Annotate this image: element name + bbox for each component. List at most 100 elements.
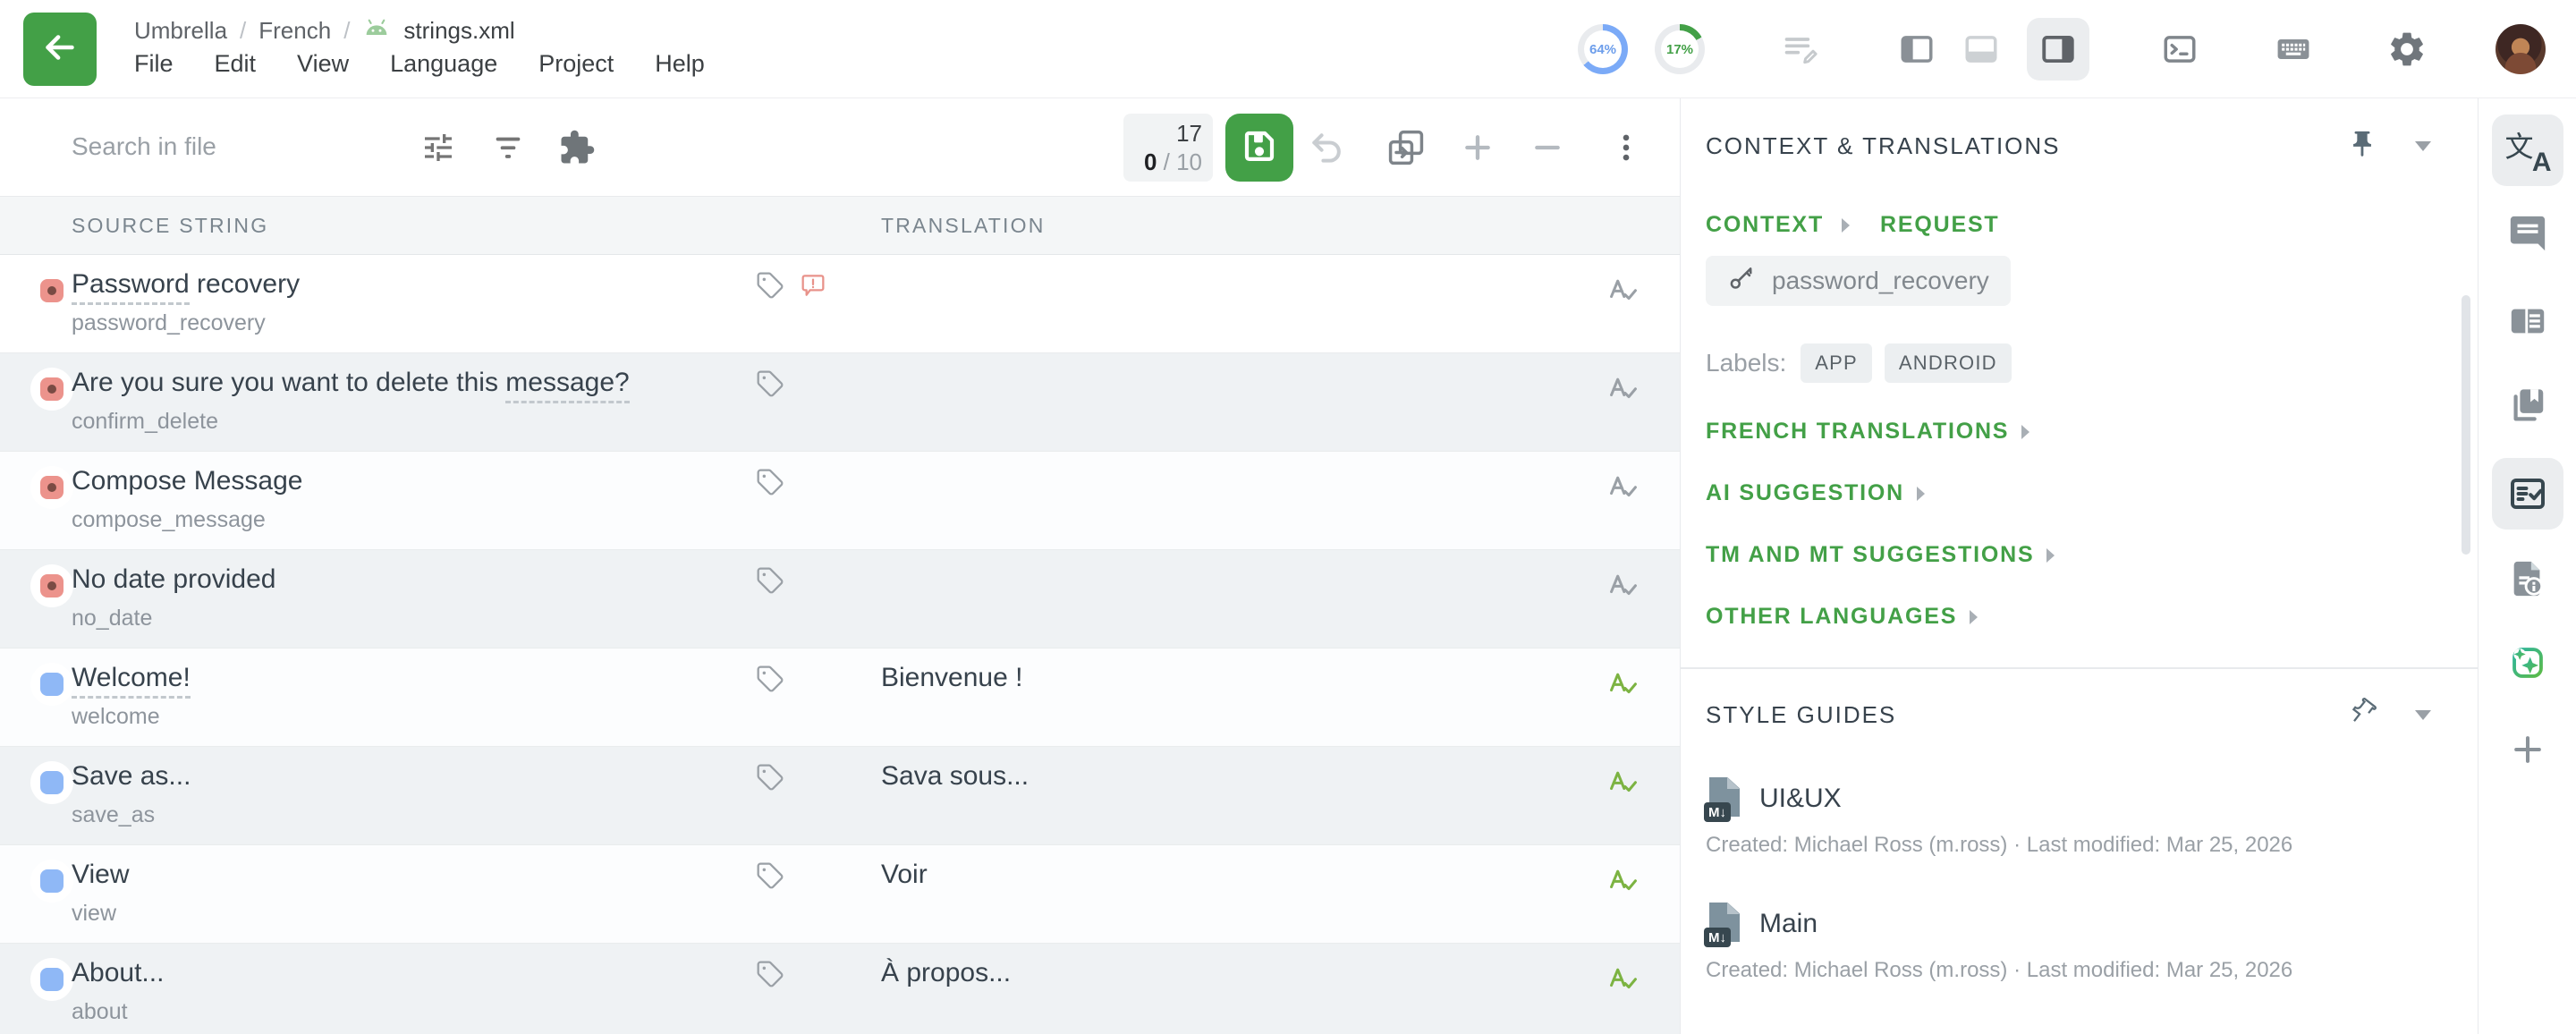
table-row[interactable]: Compose Message compose_message <box>0 452 1680 550</box>
status-bullet[interactable] <box>30 269 73 312</box>
translation-text[interactable]: Bienvenue ! <box>881 663 1022 693</box>
file-info-icon[interactable] <box>2507 558 2548 599</box>
translation-text[interactable]: À propos... <box>881 958 1011 988</box>
comments-icon[interactable] <box>2507 213 2548 254</box>
breadcrumb-items[interactable]: Umbrella/French/ <box>134 17 350 45</box>
unpin-icon[interactable] <box>2347 698 2377 733</box>
status-bullet[interactable] <box>30 368 73 411</box>
status-bullet[interactable] <box>30 466 73 509</box>
style-guide-name[interactable]: Main <box>1759 909 1818 939</box>
string-key-pill[interactable]: password_recovery <box>1706 256 2011 306</box>
status-bullet[interactable] <box>30 564 73 607</box>
status-bullet[interactable] <box>30 958 73 1001</box>
section-other-languages[interactable]: OTHER LANGUAGES <box>1706 604 2478 630</box>
spellcheck-icon[interactable] <box>1606 570 1640 608</box>
tune-filters-icon[interactable] <box>419 128 458 167</box>
translations-tab-active[interactable]: 文 A <box>2492 114 2563 186</box>
section-ai-suggestion[interactable]: AI SUGGESTION <box>1706 480 2478 506</box>
source-string-text[interactable]: No date provided <box>72 561 276 598</box>
source-string-text[interactable]: Are you sure you want to delete this mes… <box>72 364 630 402</box>
breadcrumb-item[interactable]: French <box>258 17 331 45</box>
warning-comment-icon[interactable] <box>799 271 827 304</box>
copy-to-translation-icon[interactable] <box>1386 128 1426 167</box>
table-row[interactable]: Password recovery password_recovery <box>0 255 1680 353</box>
undo-icon[interactable] <box>1308 128 1347 167</box>
section-french-translations[interactable]: FRENCH TRANSLATIONS <box>1706 419 2478 445</box>
section-tm-and-mt-suggestions[interactable]: TM AND MT SUGGESTIONS <box>1706 542 2478 568</box>
tag-icon[interactable] <box>756 468 784 501</box>
tag-icon[interactable] <box>756 665 784 698</box>
settings-gear-icon[interactable] <box>2386 29 2428 70</box>
tag-icon[interactable] <box>756 271 784 304</box>
breadcrumb-file[interactable]: strings.xml <box>403 17 514 45</box>
spellcheck-icon[interactable] <box>1606 865 1640 903</box>
tag-icon[interactable] <box>756 960 784 993</box>
table-row[interactable]: View view Voir <box>0 845 1680 944</box>
more-options-kebab-icon[interactable] <box>1606 128 1646 167</box>
breadcrumb-item[interactable]: Umbrella <box>134 17 227 45</box>
translation-text[interactable]: Sava sous... <box>881 761 1029 792</box>
spellcheck-icon[interactable] <box>1606 767 1640 805</box>
menu-view[interactable]: View <box>297 50 349 78</box>
progress-ring-secondary[interactable]: 17% <box>1655 24 1705 74</box>
table-row[interactable]: No date provided no_date <box>0 550 1680 648</box>
spellcheck-icon[interactable] <box>1606 373 1640 411</box>
label-chip-android[interactable]: ANDROID <box>1885 343 2012 383</box>
spellcheck-icon[interactable] <box>1606 668 1640 707</box>
collapse-caret-icon[interactable] <box>2415 141 2431 151</box>
user-avatar[interactable] <box>2496 24 2546 74</box>
menu-file[interactable]: File <box>134 50 174 78</box>
pin-icon[interactable] <box>2347 129 2377 164</box>
panel-scrollbar-thumb[interactable] <box>2462 295 2470 555</box>
source-string-text[interactable]: Welcome! <box>72 659 191 697</box>
menu-help[interactable]: Help <box>655 50 705 78</box>
table-row[interactable]: About... about À propos... <box>0 944 1680 1034</box>
save-button[interactable] <box>1225 114 1293 182</box>
status-bullet[interactable] <box>30 761 73 804</box>
keyboard-icon[interactable] <box>2274 30 2313 69</box>
tag-icon[interactable] <box>756 566 784 599</box>
source-string-text[interactable]: Compose Message <box>72 462 302 500</box>
plugins-puzzle-icon[interactable] <box>557 128 597 167</box>
table-row[interactable]: Save as... save_as Sava sous... <box>0 747 1680 845</box>
checklist-tab-active[interactable] <box>2492 458 2563 530</box>
spellcheck-icon[interactable] <box>1606 963 1640 1002</box>
progress-ring-primary[interactable]: 64% <box>1578 24 1628 74</box>
tab-context[interactable]: CONTEXT <box>1706 212 1824 238</box>
translation-text[interactable]: Voir <box>881 860 928 890</box>
layout-right-panel-active[interactable] <box>2027 18 2089 81</box>
source-string-text[interactable]: View <box>72 856 129 894</box>
source-string-text[interactable]: Save as... <box>72 758 191 795</box>
source-string-text[interactable]: About... <box>72 954 164 992</box>
glossary-book-icon[interactable] <box>2507 385 2548 426</box>
menu-edit[interactable]: Edit <box>215 50 257 78</box>
style-guides-caret-icon[interactable] <box>2415 710 2431 720</box>
add-panel-plus-icon[interactable] <box>2508 730 2547 769</box>
terminal-icon[interactable] <box>2161 30 2199 68</box>
tag-icon[interactable] <box>756 763 784 796</box>
layout-left-panel-icon[interactable] <box>1898 30 1936 68</box>
add-string-icon[interactable] <box>1458 128 1497 167</box>
tasks-edit-icon[interactable] <box>1782 30 1821 69</box>
menu-language[interactable]: Language <box>390 50 497 78</box>
status-bullet[interactable] <box>30 860 73 903</box>
table-row[interactable]: Welcome! welcome Bienvenue ! <box>0 648 1680 747</box>
tag-icon[interactable] <box>756 861 784 894</box>
source-string-text[interactable]: Password recovery <box>72 266 300 303</box>
style-guide-name[interactable]: UI&UX <box>1759 784 1842 814</box>
tab-request[interactable]: REQUEST <box>1880 212 1999 238</box>
remove-string-icon[interactable] <box>1528 128 1567 167</box>
context-card-icon[interactable] <box>2507 301 2548 342</box>
tag-icon[interactable] <box>756 369 784 403</box>
status-bullet[interactable] <box>30 663 73 706</box>
search-input[interactable] <box>72 98 394 195</box>
ai-assistant-icon[interactable] <box>2507 642 2548 683</box>
layout-bottom-panel-icon[interactable] <box>1962 30 2000 68</box>
menu-project[interactable]: Project <box>538 50 614 78</box>
label-chip-app[interactable]: APP <box>1801 343 1872 383</box>
spellcheck-icon[interactable] <box>1606 471 1640 510</box>
filter-icon[interactable] <box>488 128 528 167</box>
table-row[interactable]: Are you sure you want to delete this mes… <box>0 353 1680 452</box>
spellcheck-icon[interactable] <box>1606 275 1640 313</box>
back-button[interactable] <box>23 13 97 86</box>
